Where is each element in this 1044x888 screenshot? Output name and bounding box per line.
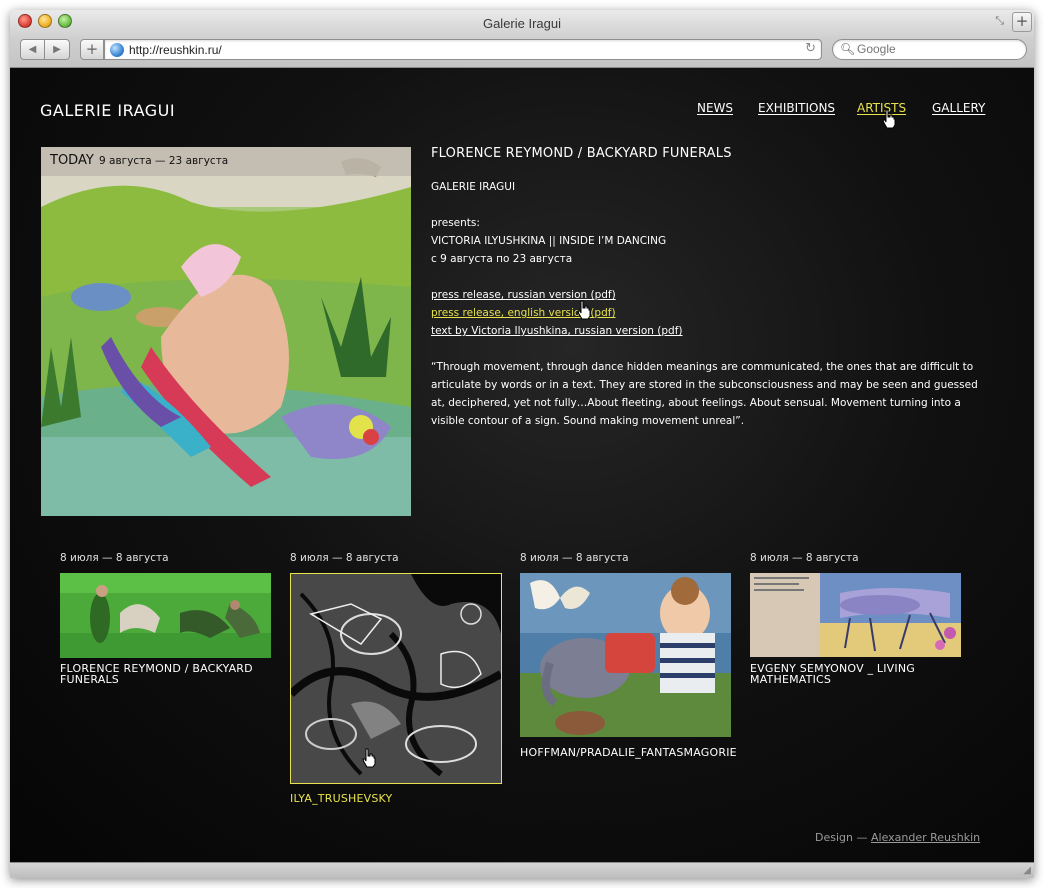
search-input[interactable] [857, 42, 1017, 56]
card-date: 8 июля — 8 августа [60, 552, 169, 564]
card-date: 8 июля — 8 августа [290, 552, 399, 564]
page-viewport: GALERIE IRAGUI NEWS EXHIBITIONS ARTISTS … [10, 68, 1034, 862]
exhibition-card[interactable]: 8 июля — 8 августа EVGENY SEMYONOV _ LIV… [750, 552, 965, 685]
globe-icon [110, 43, 124, 57]
card-date: 8 июля — 8 августа [750, 552, 859, 564]
reload-icon[interactable]: ↻ [805, 41, 816, 56]
card-thumbnail[interactable] [290, 573, 502, 784]
history-buttons: ◀ ▶ [20, 39, 70, 60]
card-title[interactable]: HOFFMAN/PRADALIE_FANTASMAGORIE [520, 747, 737, 758]
fullscreen-icon[interactable]: ⤡ [995, 14, 1004, 28]
search-icon[interactable]: 🔍︎ [840, 42, 855, 56]
card-title[interactable]: EVGENY SEMYONOV _ LIVING MATHEMATICS [750, 663, 965, 685]
card-thumbnail[interactable] [520, 573, 731, 737]
site-footer: Design — Alexander Reushkin [815, 831, 980, 844]
resize-grip-icon[interactable]: ◢ [1023, 865, 1031, 876]
back-button[interactable]: ◀ [20, 39, 45, 60]
designer-link[interactable]: Alexander Reushkin [871, 831, 980, 844]
featured-exhibition-image[interactable]: TODAY 9 августа — 23 августа [41, 147, 411, 516]
hand-cursor-icon [577, 300, 591, 320]
address-bar[interactable]: http://reushkin.ru/ ↻ [104, 39, 822, 60]
nav-exhibitions-link[interactable]: EXHIBITIONS [758, 101, 835, 115]
card-thumbnail[interactable] [750, 573, 961, 657]
nav-gallery-link[interactable]: GALLERY [932, 101, 985, 115]
exhibition-card[interactable]: 8 июля — 8 августа FLORENCE REYMOND / BA… [60, 552, 275, 685]
hand-cursor-icon [362, 748, 376, 768]
today-banner: TODAY 9 августа — 23 августа [41, 147, 411, 176]
browser-window: Galerie Iragui ⤡ + ◀ ▶ + http://reushkin… [10, 10, 1034, 878]
site-logo[interactable]: GALERIE IRAGUI [40, 101, 175, 120]
hand-cursor-icon [882, 109, 896, 129]
status-bar: ◢ [10, 862, 1034, 878]
exhibition-name: VICTORIA ILYUSHKINA || INSIDE I’M DANCIN… [431, 235, 667, 247]
card-title[interactable]: ILYA_TRUSHEVSKY [290, 793, 505, 804]
search-bar[interactable]: 🔍︎ [832, 39, 1027, 60]
painting-image [41, 147, 411, 516]
window-title: Galerie Iragui [482, 16, 562, 31]
exhibition-quote: “Through movement, through dance hidden … [431, 361, 978, 427]
today-label: TODAY [50, 153, 94, 168]
card-thumbnail[interactable] [60, 573, 271, 658]
gallery-name: GALERIE IRAGUI [431, 181, 516, 193]
forward-button[interactable]: ▶ [45, 39, 70, 60]
exhibition-dates: с 9 августа по 23 августа [431, 253, 573, 265]
exhibition-card[interactable]: 8 июля — 8 августа [520, 552, 737, 758]
add-bookmark-button[interactable]: + [80, 39, 104, 60]
press-release-english-link[interactable]: press release, english version (pdf) [431, 304, 1001, 322]
browser-toolbar: Galerie Iragui ⤡ + ◀ ▶ + http://reushkin… [10, 10, 1034, 68]
main-nav: NEWS EXHIBITIONS ARTISTS GALLERY [697, 101, 997, 121]
exhibition-title: FLORENCE REYMOND / BACKYARD FUNERALS [431, 146, 732, 161]
exhibition-description: FLORENCE REYMOND / BACKYARD FUNERALS GAL… [431, 146, 1001, 430]
footer-prefix: Design — [815, 831, 868, 844]
press-release-russian-link[interactable]: press release, russian version (pdf) [431, 286, 1001, 304]
card-title[interactable]: FLORENCE REYMOND / BACKYARD FUNERALS [60, 663, 275, 685]
today-dates: 9 августа — 23 августа [99, 155, 229, 167]
artist-text-russian-link[interactable]: text by Victoria Ilyushkina, russian ver… [431, 322, 1001, 340]
exhibition-card[interactable]: 8 июля — 8 августа [290, 552, 505, 804]
url-text[interactable]: http://reushkin.ru/ [129, 43, 222, 57]
new-tab-button[interactable]: + [1012, 12, 1032, 32]
card-date: 8 июля — 8 августа [520, 552, 629, 564]
presents-label: presents: [431, 217, 480, 229]
nav-news-link[interactable]: NEWS [697, 101, 733, 115]
